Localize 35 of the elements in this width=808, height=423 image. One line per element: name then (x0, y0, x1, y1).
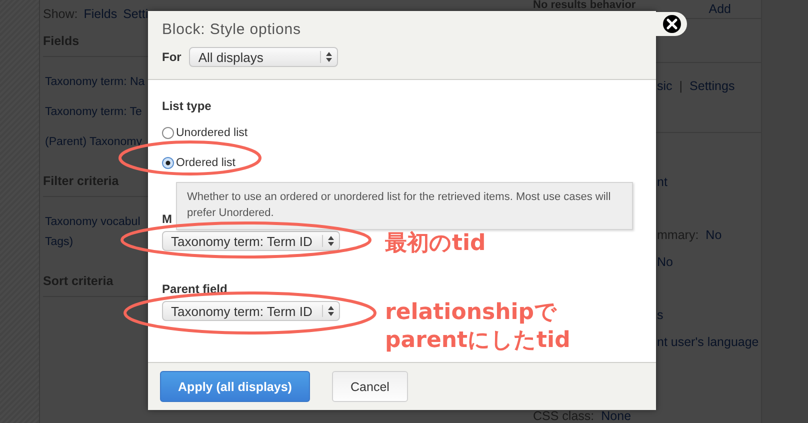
dropdown[interactable]: All displays (189, 47, 338, 67)
radio-label[interactable]: Ordered list (176, 157, 236, 169)
field-label: For (162, 50, 182, 64)
tooltip: Whether to use an ordered or unordered list for the retrieved items. Most use cases will prefer Unordered. (176, 182, 633, 230)
dropdown[interactable]: Taxonomy term: Term ID (162, 231, 340, 251)
setting-link[interactable]: nt user's language (657, 336, 759, 349)
setting-link[interactable]: No (706, 229, 722, 242)
setting-link[interactable]: None (601, 410, 632, 423)
radio-label[interactable]: Unordered list (176, 127, 248, 139)
show-link[interactable]: Fields (84, 7, 118, 21)
field-link[interactable]: (Parent) Taxonomy (45, 132, 142, 152)
field-label: List type (162, 99, 212, 113)
dropdown[interactable]: Taxonomy term: Term ID (162, 301, 340, 321)
separator: | (679, 80, 683, 93)
show-link[interactable]: Setti (123, 7, 148, 21)
setting-link[interactable]: Settings (690, 80, 735, 93)
setting-link[interactable]: No (657, 256, 673, 269)
add-link[interactable]: Add (708, 2, 731, 16)
cancel-button[interactable]: Cancel (332, 371, 408, 402)
radio-button[interactable] (162, 127, 174, 139)
setting-link[interactable]: s (657, 309, 664, 322)
field-label: M (162, 212, 172, 226)
field-link[interactable]: Taxonomy term: Na (45, 72, 145, 92)
radio-button[interactable] (162, 157, 174, 169)
dialog-title: Block: Style options (162, 21, 302, 38)
setting-link[interactable]: nt (657, 176, 668, 189)
annotation-text: 最初のtid (385, 230, 486, 258)
setting-link[interactable]: sic (657, 80, 672, 93)
annotation-text: parentにしたtid (385, 327, 570, 355)
annotation-text: relationshipで (385, 299, 558, 327)
close-icon (662, 14, 682, 34)
apply-button[interactable]: Apply (all displays) (160, 371, 310, 402)
field-link[interactable]: Taxonomy vocabul Tags) (45, 212, 140, 252)
field-link[interactable]: Taxonomy term: Te (45, 102, 142, 122)
close-button[interactable] (656, 12, 687, 36)
